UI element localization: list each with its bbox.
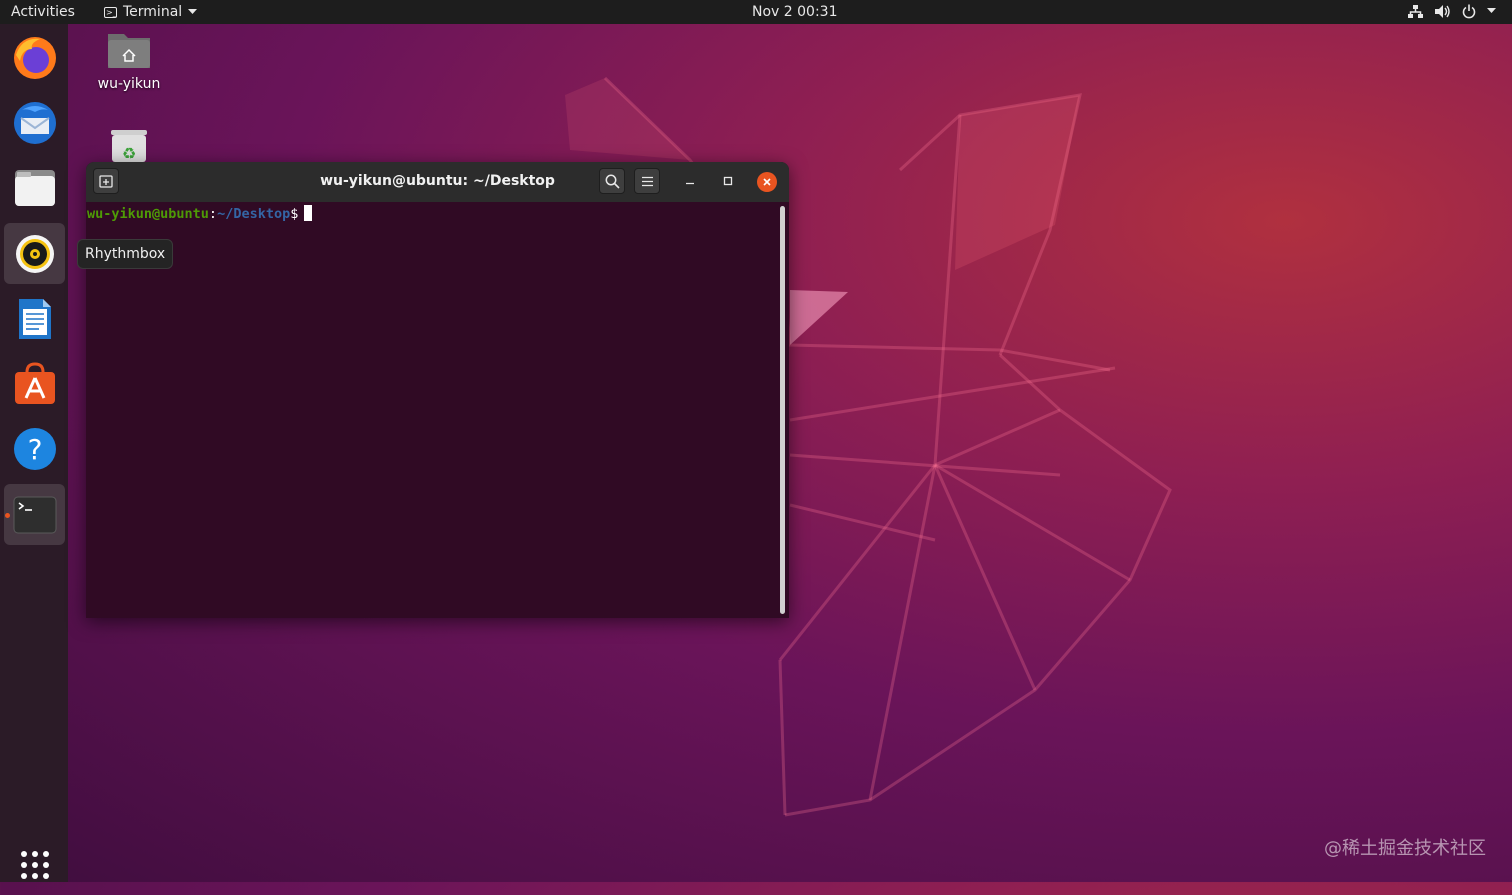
- terminal-icon: [13, 496, 56, 533]
- close-button[interactable]: [757, 172, 777, 192]
- clock[interactable]: Nov 2 00:31: [752, 3, 837, 21]
- minimize-button[interactable]: [677, 168, 703, 194]
- dock-tooltip: Rhythmbox: [77, 239, 174, 269]
- dock-ubuntu-software[interactable]: [4, 353, 65, 414]
- maximize-icon: [723, 176, 733, 186]
- chevron-down-icon: [188, 9, 198, 14]
- svg-text:?: ?: [27, 433, 42, 466]
- rhythmbox-icon: [15, 234, 54, 273]
- text-cursor: [304, 205, 313, 221]
- dock-libreoffice-writer[interactable]: [4, 288, 65, 349]
- prompt-symbol: $: [290, 206, 299, 222]
- maximize-button[interactable]: [715, 168, 741, 194]
- minimize-icon: [686, 182, 694, 185]
- dock-help[interactable]: ?: [4, 418, 65, 479]
- desktop-home-folder[interactable]: wu-yikun: [97, 30, 161, 92]
- desktop-trash[interactable]: ♻: [109, 128, 149, 166]
- show-applications-button[interactable]: [4, 834, 65, 895]
- home-folder-label: wu-yikun: [97, 76, 161, 92]
- activities-button[interactable]: Activities: [11, 3, 75, 21]
- dock-firefox[interactable]: [4, 27, 65, 88]
- search-button[interactable]: [599, 168, 625, 194]
- menu-button[interactable]: [634, 168, 660, 194]
- prompt-user-host: wu-yikun@ubuntu: [87, 206, 209, 222]
- dock-rhythmbox[interactable]: [4, 223, 65, 284]
- trash-icon: ♻: [111, 130, 147, 163]
- dock-terminal[interactable]: [4, 484, 65, 545]
- thunderbird-icon: [13, 101, 56, 144]
- watermark: @稀土掘金技术社区: [1324, 838, 1486, 859]
- firefox-icon: [13, 36, 56, 79]
- files-icon: [14, 169, 55, 206]
- terminal-content[interactable]: wu-yikun@ubuntu:~/Desktop$: [86, 202, 789, 618]
- app-menu[interactable]: >_ Terminal: [104, 3, 198, 21]
- network-icon[interactable]: [1408, 4, 1423, 19]
- shell-prompt: wu-yikun@ubuntu:~/Desktop$: [87, 205, 313, 223]
- help-icon: ?: [13, 427, 56, 470]
- dock-files[interactable]: [4, 157, 65, 218]
- volume-icon[interactable]: [1435, 4, 1451, 19]
- hamburger-icon: [641, 176, 653, 186]
- scrollbar[interactable]: [780, 206, 785, 614]
- close-icon: [763, 178, 771, 186]
- app-menu-label: Terminal: [123, 4, 183, 20]
- dock: ?: [0, 24, 68, 882]
- power-icon[interactable]: [1462, 4, 1476, 19]
- terminal-window[interactable]: wu-yikun@ubuntu: ~/Desktop wu-yikun@ubun…: [86, 162, 789, 618]
- prompt-separator: :: [208, 206, 218, 222]
- svg-text:♻: ♻: [122, 144, 136, 162]
- terminal-headerbar[interactable]: wu-yikun@ubuntu: ~/Desktop: [86, 162, 789, 202]
- libreoffice-writer-icon: [18, 298, 51, 339]
- search-icon: [605, 174, 620, 189]
- show-applications-icon: [20, 850, 49, 879]
- running-indicator: [5, 513, 10, 518]
- ubuntu-software-icon: [14, 361, 55, 404]
- home-folder-icon: [108, 34, 150, 68]
- top-bar: Activities >_ Terminal Nov 2 00:31: [0, 0, 1512, 24]
- terminal-small-icon: >_: [104, 6, 117, 18]
- prompt-path: ~/Desktop: [217, 206, 291, 222]
- system-menu-chevron-icon[interactable]: [1487, 8, 1496, 14]
- dock-thunderbird[interactable]: [4, 92, 65, 153]
